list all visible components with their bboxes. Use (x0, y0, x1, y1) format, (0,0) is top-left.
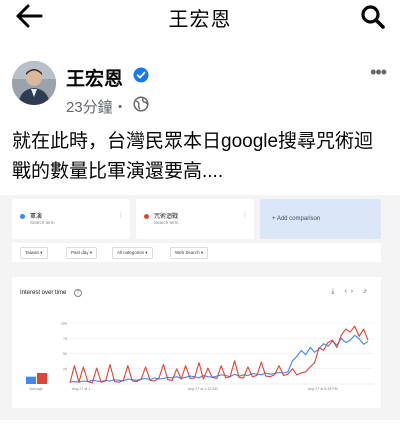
interest-chart: 100 75 50 25 Average Aug 27 at 1... Aug 27 at … (26, 322, 374, 391)
filter-region: Taiwan ▾ (20, 247, 48, 259)
series-line (69, 325, 369, 384)
y-tick-label: 75 (63, 337, 67, 341)
filter-time: Past day ▾ (66, 247, 98, 259)
x-tick-label: Aug 27 at 1... (72, 387, 93, 391)
series-color-dot (20, 214, 25, 219)
search-term-card: 軍演 Search term ⋮ (12, 199, 130, 239)
interest-chart-card: Interest over time ? ⤓ ‹› ⤴ 100 75 50 25 Ave… (12, 277, 381, 408)
search-term-name: 咒術迴戰 (154, 214, 179, 220)
y-tick-label: 50 (63, 352, 67, 356)
filter-category: All categories ▾ (112, 247, 153, 259)
post-header: 王宏恩 23分鐘・ ••• (0, 58, 400, 117)
trends-image[interactable]: 軍演 Search term ⋮ 咒術迴戰 Search term ⋮ + Ad… (0, 195, 400, 420)
page-title: 王宏恩 (168, 8, 232, 31)
more-options-button[interactable]: ••• (370, 62, 387, 83)
x-tick-label: Aug 27 at 8:48 PM (308, 387, 338, 391)
add-comparison-card: + Add comparison (260, 199, 381, 239)
author-name[interactable]: 王宏恩 (66, 64, 123, 91)
search-term-type: Search term (30, 220, 55, 225)
verified-badge-icon (133, 67, 149, 83)
average-bar (37, 373, 47, 384)
average-label: Average (29, 387, 42, 391)
x-tick-label: Aug 27 at 1:32 AM (188, 387, 218, 391)
more-vert-icon: ⋮ (242, 213, 248, 219)
search-term-card: 咒術迴戰 Search term ⋮ (136, 199, 254, 239)
add-comparison-label: + Add comparison (272, 216, 321, 222)
arrow-left-icon[interactable] (14, 3, 44, 29)
top-bar: 王宏恩 (0, 0, 400, 34)
avatar[interactable] (12, 61, 56, 105)
y-tick-label: 25 (63, 367, 67, 371)
more-vert-icon: ⋮ (118, 213, 124, 219)
average-bar (26, 376, 36, 384)
search-icon[interactable] (360, 4, 386, 30)
post-text: 就在此時，台灣民眾本日google搜尋咒術迴戰的數量比軍演還要高.... (12, 131, 374, 182)
search-term-name: 軍演 (30, 214, 43, 220)
globe-icon (133, 96, 149, 112)
series-color-dot (144, 214, 149, 219)
filter-bar: Taiwan ▾ Past day ▾ All categories ▾ Web… (12, 243, 381, 262)
y-tick-label: 100 (61, 322, 67, 326)
filter-search-type: Web Search ▾ (170, 247, 209, 259)
search-term-type: Search term (154, 220, 179, 225)
series-line (69, 334, 369, 383)
post-time[interactable]: 23分鐘・ (66, 96, 128, 117)
